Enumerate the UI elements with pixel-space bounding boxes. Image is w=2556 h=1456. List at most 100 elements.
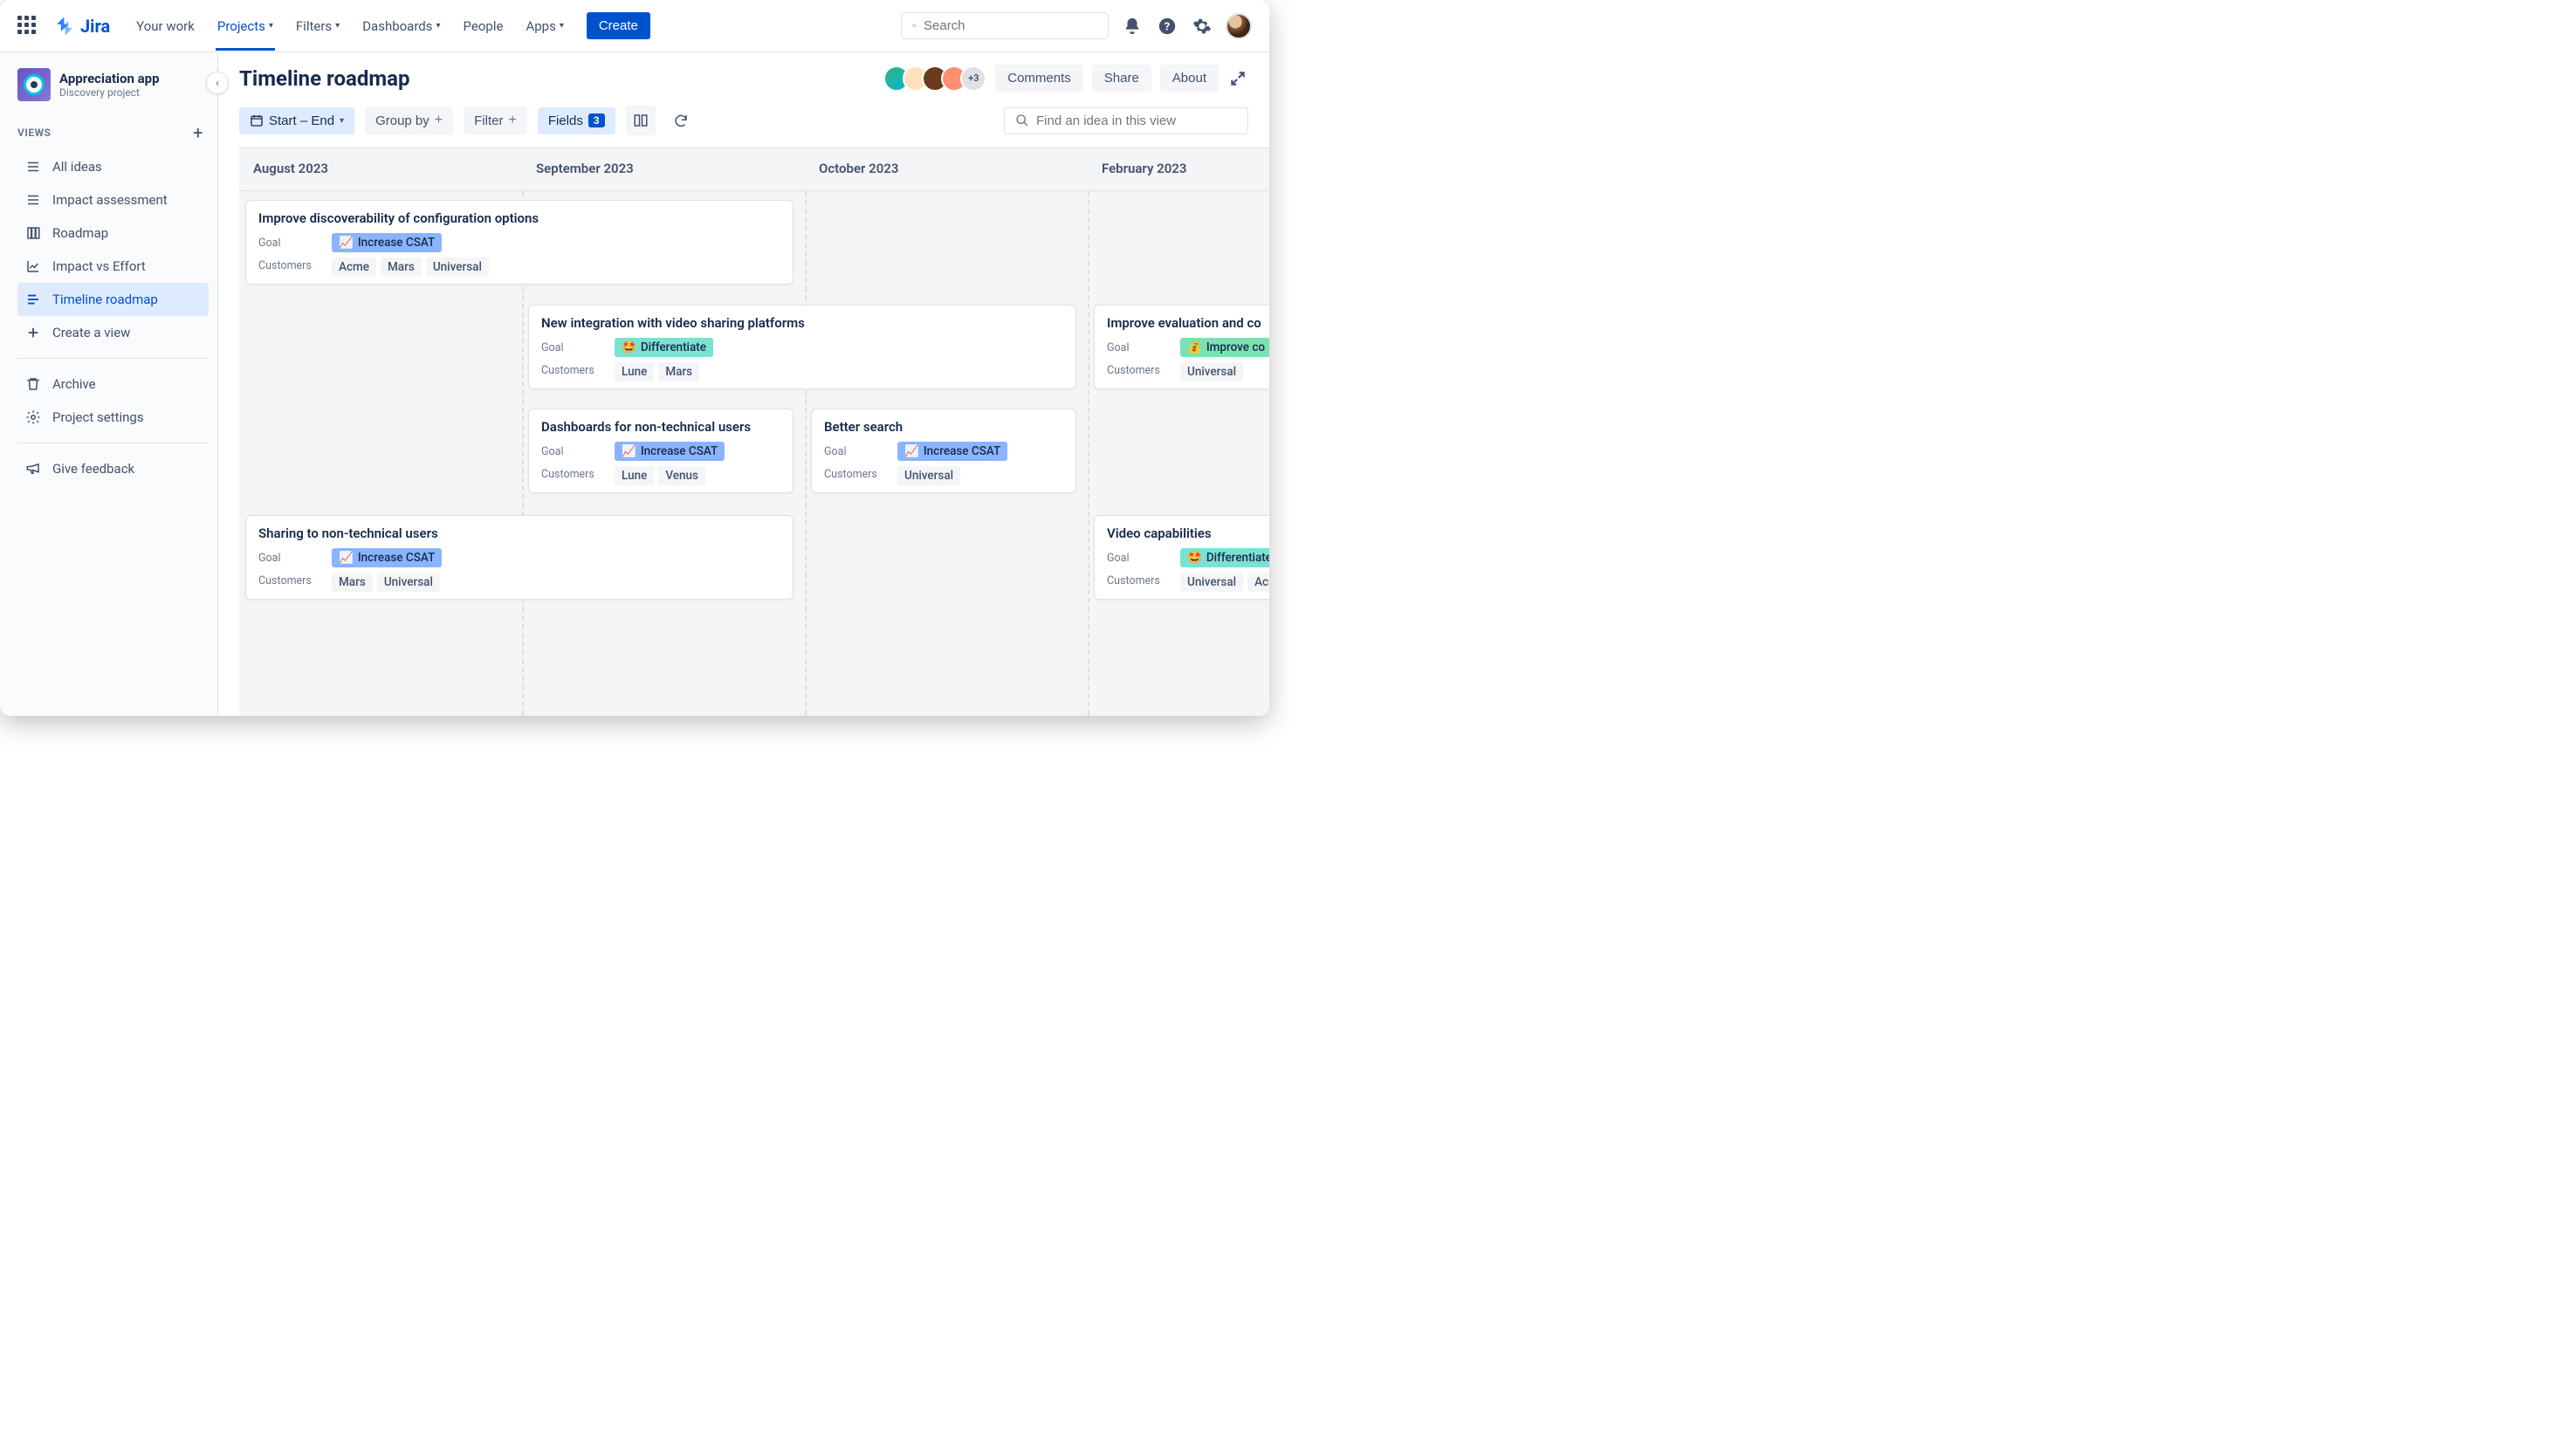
view-search-input[interactable] [1036, 113, 1237, 128]
customers-label: Customers [258, 259, 332, 272]
trash-icon [24, 375, 42, 393]
fields-button[interactable]: Fields 3 [538, 107, 615, 134]
nav-link-your-work[interactable]: Your work [134, 3, 196, 50]
sidebar-item-impact-assessment[interactable]: Impact assessment [17, 183, 209, 216]
sidebar-item-all-ideas[interactable]: All ideas [17, 150, 209, 183]
goal-label: Goal [541, 445, 615, 458]
megaphone-icon [24, 460, 42, 477]
filter-button[interactable]: Filter + [464, 106, 527, 134]
top-nav: Jira Your work Projects▾ Filters▾ Dashboard… [0, 0, 1269, 52]
plus-icon: + [508, 113, 516, 128]
global-search[interactable] [901, 12, 1109, 39]
about-button[interactable]: About [1160, 65, 1219, 92]
settings-icon[interactable] [1191, 15, 1213, 38]
search-icon [912, 18, 917, 33]
sidebar-archive[interactable]: Archive [17, 367, 209, 401]
create-button[interactable]: Create [587, 12, 650, 39]
customer-chip: Acm [1247, 573, 1269, 592]
views-heading: VIEWS [17, 127, 52, 139]
fields-count-badge: 3 [588, 113, 605, 127]
goal-label: Goal [1107, 552, 1180, 565]
page-title: Timeline roadmap [239, 66, 410, 91]
customer-chip: Mars [332, 573, 373, 592]
goal-label: Goal [541, 341, 615, 354]
refresh-button[interactable] [666, 106, 696, 135]
gear-icon [24, 409, 42, 426]
customers-label: Customers [1107, 574, 1180, 587]
nav-link-projects[interactable]: Projects▾ [216, 3, 275, 50]
add-view-button-top[interactable]: + [193, 122, 203, 143]
timeline-card[interactable]: New integration with video sharing platf… [528, 305, 1076, 389]
sidebar-settings[interactable]: Project settings [17, 401, 209, 434]
timeline-card[interactable]: Sharing to non-technical usersGoal📈Incre… [245, 515, 794, 600]
customer-chip: Lune [615, 362, 654, 381]
profile-avatar[interactable] [1226, 13, 1252, 39]
customers-label: Customers [541, 364, 615, 377]
goal-label: Goal [258, 552, 332, 565]
nav-link-filters[interactable]: Filters▾ [294, 3, 341, 50]
nav-link-dashboards[interactable]: Dashboards▾ [361, 3, 442, 50]
layout-button[interactable] [626, 106, 656, 135]
chevron-down-icon: ▾ [269, 21, 273, 31]
avatar-more[interactable]: +3 [960, 65, 986, 92]
view-search[interactable] [1004, 107, 1248, 134]
chevron-down-icon: ▾ [436, 21, 441, 31]
collapse-sidebar-button[interactable]: ‹ [206, 72, 229, 94]
goal-emoji: 📈 [339, 236, 354, 250]
card-title: Video capabilities [1107, 525, 1269, 541]
view-icon [24, 258, 42, 275]
customer-chip: Universal [1180, 573, 1243, 592]
card-title: Better search [824, 419, 1063, 435]
sidebar-feedback[interactable]: Give feedback [17, 452, 209, 485]
customer-chip: Venus [658, 466, 705, 485]
view-icon [24, 158, 42, 175]
goal-emoji: 🤩 [622, 340, 636, 354]
month-header: September 2023 [522, 148, 805, 190]
chevron-down-icon: ▾ [340, 116, 344, 126]
timeline-card[interactable]: Dashboards for non-technical usersGoal📈I… [528, 409, 794, 493]
view-icon [24, 191, 42, 209]
comments-button[interactable]: Comments [995, 65, 1083, 92]
nav-link-people[interactable]: People [462, 3, 505, 50]
project-header[interactable]: Appreciation app Discovery project [17, 68, 209, 101]
customer-chip: Mars [381, 258, 422, 277]
sidebar: ‹ Appreciation app Discovery project VIE… [0, 52, 218, 716]
customer-chip: Universal [426, 258, 489, 277]
sidebar-item-timeline-roadmap[interactable]: Timeline roadmap [17, 283, 209, 316]
card-title: New integration with video sharing platf… [541, 315, 1063, 331]
goal-label: Goal [258, 237, 332, 250]
timeline-card[interactable]: Improve discoverability of configuration… [245, 200, 794, 285]
jira-logo[interactable]: Jira [54, 16, 110, 37]
expand-icon[interactable] [1227, 68, 1248, 89]
timeline-card[interactable]: Video capabilitiesGoal🤩DifferentiateCust… [1094, 515, 1269, 600]
project-icon [17, 68, 51, 101]
card-title: Dashboards for non-technical users [541, 419, 780, 435]
month-header: August 2023 [239, 148, 522, 190]
goal-chip: 💰Improve co [1180, 338, 1269, 357]
chevron-down-icon: ▾ [335, 21, 340, 31]
logo-text: Jira [80, 16, 110, 37]
customers-label: Customers [541, 468, 615, 481]
customers-label: Customers [1107, 364, 1180, 377]
goal-chip: 📈Increase CSAT [332, 548, 442, 567]
share-button[interactable]: Share [1092, 65, 1151, 92]
group-by-button[interactable]: Group by + [365, 106, 453, 134]
view-toolbar: Start – End ▾ Group by + Filter + Fields… [218, 97, 1269, 135]
view-icon [24, 224, 42, 242]
avatar-stack[interactable]: +3 [883, 65, 986, 92]
nav-link-apps[interactable]: Apps▾ [524, 3, 565, 50]
customer-chip: Mars [658, 362, 699, 381]
goal-emoji: 📈 [339, 551, 354, 565]
calendar-icon [250, 113, 264, 127]
start-end-button[interactable]: Start – End ▾ [239, 107, 354, 134]
sidebar-item-create-a-view[interactable]: Create a view [17, 316, 209, 349]
sidebar-item-impact-vs-effort[interactable]: Impact vs Effort [17, 250, 209, 283]
global-search-input[interactable] [924, 18, 1097, 33]
notifications-icon[interactable] [1121, 15, 1144, 38]
help-icon[interactable]: ? [1156, 15, 1178, 38]
search-icon [1015, 113, 1029, 127]
sidebar-item-roadmap[interactable]: Roadmap [17, 216, 209, 250]
timeline-card[interactable]: Better searchGoal📈Increase CSATCustomers… [811, 409, 1076, 493]
timeline-card[interactable]: Improve evaluation and coGoal💰Improve co… [1094, 305, 1269, 389]
app-switcher-icon[interactable] [17, 16, 38, 37]
